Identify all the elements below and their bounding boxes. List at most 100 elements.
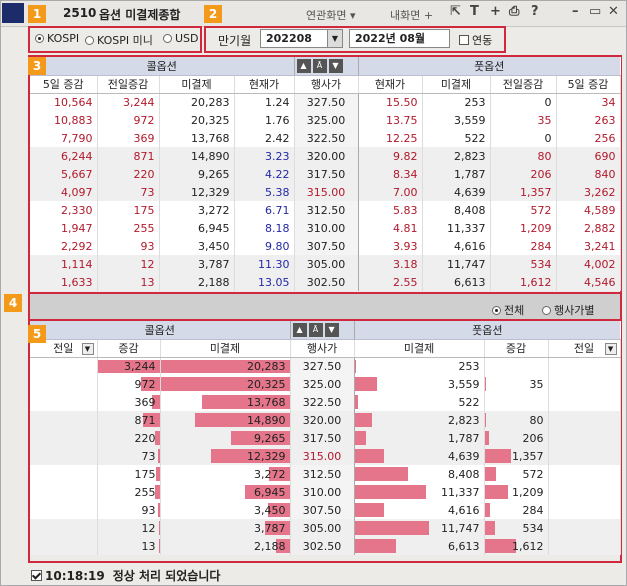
col-call-change: 증감	[97, 339, 161, 358]
bar-row[interactable]: 369 13,768 322.50 522	[30, 393, 621, 411]
table-row[interactable]: 2,292 93 3,450 9.80 307.50 3.93 4,616 284 3,241	[30, 237, 621, 255]
bar-row[interactable]: 255 6,945 310.00 11,337 1,209	[30, 483, 621, 501]
linked-screen-menu[interactable]: 연관화면 ▾	[306, 7, 356, 23]
table-cell: 8.34	[358, 165, 423, 183]
put-oi: 11,337	[354, 483, 485, 501]
table-cell: 2,292	[30, 237, 98, 255]
empty-cell	[548, 465, 621, 483]
call-change-value: 175	[134, 467, 156, 481]
bar-row[interactable]: 13 2,188 302.50 6,613 1,612	[30, 537, 621, 555]
table-cell: 534	[490, 255, 557, 273]
up-arrow-icon[interactable]: ▲	[296, 59, 311, 73]
plus-icon[interactable]: +	[490, 4, 501, 19]
print-icon[interactable]: ⎙	[509, 4, 519, 19]
help-icon[interactable]: ?	[531, 4, 539, 19]
empty-cell	[548, 537, 621, 555]
minimize-icon[interactable]: –	[572, 4, 579, 19]
my-screen-menu[interactable]: 내화면 +	[390, 7, 433, 23]
up-arrow-icon[interactable]: ▲	[292, 323, 307, 337]
close-icon[interactable]: ✕	[608, 4, 619, 19]
table-row[interactable]: 10,883 972 20,325 1.76 325.00 13.75 3,559 35 263	[30, 111, 621, 129]
table-cell: 6,613	[422, 273, 491, 291]
filter-all[interactable]: 전체	[492, 302, 524, 318]
text-icon[interactable]: T	[470, 4, 479, 19]
table-cell: 10,564	[30, 93, 98, 111]
call-change-value: 73	[141, 449, 156, 463]
table-row[interactable]: 1,633 13 2,188 13.05 302.50 2.55 6,613 1,612 4,5…	[30, 273, 621, 291]
table-cell: 315.00	[293, 183, 359, 201]
maximize-icon[interactable]: ▭	[589, 4, 601, 19]
app-window: 2510 옵션 미결제종합 연관화면 ▾ 내화면 + ⇱ T + ⎙ ? – ▭…	[0, 0, 627, 586]
table-row[interactable]: 1,947 255 6,945 8.18 310.00 4.81 11,337 1,209 2,…	[30, 219, 621, 237]
strike-price: 305.00	[289, 519, 355, 537]
bar-row[interactable]: 220 9,265 317.50 1,787 206	[30, 429, 621, 447]
table-row[interactable]: 1,114 12 3,787 11.30 305.00 3.18 11,747 534 4,00…	[30, 255, 621, 273]
radio-all[interactable]	[492, 305, 501, 315]
table-cell: 3,559	[422, 111, 491, 129]
table-row[interactable]: 10,564 3,244 20,283 1.24 327.50 15.50 253 0 34	[30, 93, 621, 111]
call-oi-value: 20,283	[247, 359, 286, 373]
table-cell: 322.50	[293, 129, 359, 147]
table-cell: 20,283	[159, 93, 235, 111]
chevron-down-icon[interactable]: ▼	[81, 342, 94, 355]
chevron-down-icon[interactable]: ▼	[327, 30, 342, 47]
linked-checkbox[interactable]: 연동	[459, 32, 492, 48]
period-select-right[interactable]: 전일 ▼	[548, 339, 621, 358]
put-change	[484, 357, 549, 375]
table-cell: 317.50	[293, 165, 359, 183]
table-row[interactable]: 6,244 871 14,890 3.23 320.00 9.82 2,823 80 690	[30, 147, 621, 165]
radio-kospi-mini[interactable]	[85, 35, 94, 45]
bar-row[interactable]: 3,244 20,283 327.50 253	[30, 357, 621, 375]
bar-row[interactable]: 175 3,272 312.50 8,408 572	[30, 465, 621, 483]
top-arrow-icon[interactable]: Ā	[308, 323, 323, 337]
linked-check[interactable]	[459, 35, 469, 45]
radio-usd[interactable]	[163, 34, 172, 43]
down-arrow-icon[interactable]: ▼	[328, 59, 343, 73]
bar-row[interactable]: 871 14,890 320.00 2,823 80	[30, 411, 621, 429]
table-cell: 15.50	[358, 93, 423, 111]
empty-cell	[30, 429, 98, 447]
table-cell: 7,790	[30, 129, 98, 147]
bar-row[interactable]: 12 3,787 305.00 11,747 534	[30, 519, 621, 537]
put-oi-value: 11,337	[441, 485, 480, 499]
table-cell: 253	[422, 93, 491, 111]
table-cell: 206	[490, 165, 557, 183]
filter-by-strike[interactable]: 행사가별	[542, 302, 594, 318]
table-cell: 2,330	[30, 201, 98, 219]
bar-row[interactable]: 93 3,450 307.50 4,616 284	[30, 501, 621, 519]
put-change-value: 1,209	[512, 485, 544, 499]
table-cell: 4.22	[234, 165, 295, 183]
table-cell: 4,097	[30, 183, 98, 201]
market-radio-usd[interactable]: USD	[163, 32, 199, 45]
table-row[interactable]: 7,790 369 13,768 2.42 322.50 12.25 522 0 256	[30, 129, 621, 147]
table-row[interactable]: 2,330 175 3,272 6.71 312.50 5.83 8,408 572 4,589	[30, 201, 621, 219]
table-row[interactable]: 5,667 220 9,265 4.22 317.50 8.34 1,787 206 840	[30, 165, 621, 183]
market-radio-kospi[interactable]: KOSPI	[35, 32, 79, 45]
call-oi-value: 9,265	[254, 431, 286, 445]
put-oi-value: 3,559	[448, 377, 480, 391]
col-header: 미결제	[422, 75, 491, 94]
chevron-down-icon[interactable]: ▼	[604, 342, 617, 355]
table-cell: 6,945	[159, 219, 235, 237]
radio-kospi[interactable]	[35, 34, 44, 43]
top-arrow-icon[interactable]: Ā	[312, 59, 327, 73]
put-oi-value: 4,639	[448, 449, 480, 463]
col-header: 전일증감	[97, 75, 160, 94]
table-cell: 522	[422, 129, 491, 147]
col-put-change: 증감	[484, 339, 549, 358]
share-icon[interactable]: ⇱	[450, 4, 461, 19]
table-row[interactable]: 4,097 73 12,329 5.38 315.00 7.00 4,639 1,357 3,2…	[30, 183, 621, 201]
call-change: 220	[97, 429, 161, 447]
down-arrow-icon[interactable]: ▼	[324, 323, 339, 337]
expiry-select[interactable]: 202208 ▼	[260, 29, 343, 48]
bar-row[interactable]: 73 12,329 315.00 4,639 1,357	[30, 447, 621, 465]
strike-price: 315.00	[289, 447, 355, 465]
call-oi: 12,329	[160, 447, 291, 465]
call-change: 3,244	[97, 357, 161, 375]
bar-row[interactable]: 972 20,325 325.00 3,559 35	[30, 375, 621, 393]
put-change	[484, 393, 549, 411]
market-radio-kospi-mini[interactable]: KOSPI 미니	[85, 32, 153, 48]
radio-by-strike[interactable]	[542, 305, 551, 315]
call-change-value: 93	[141, 503, 156, 517]
table-cell: 2.42	[234, 129, 295, 147]
